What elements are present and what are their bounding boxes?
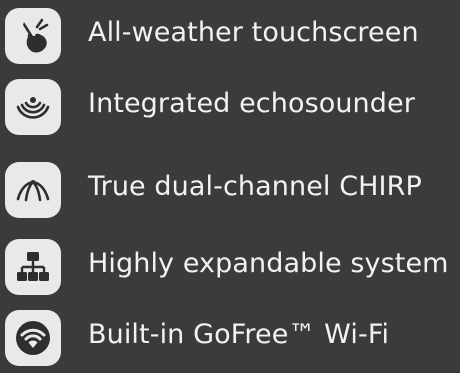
feature-item-expandable: Highly expandable system [0, 234, 460, 295]
feature-panel: All-weather touchscreen Integrated echos… [0, 0, 460, 373]
feature-label: Built-in GoFree™ Wi-Fi [88, 319, 390, 350]
chirp-beams-icon [5, 162, 61, 218]
feature-label: Integrated echosounder [88, 88, 415, 119]
sonar-waves-icon [5, 79, 61, 135]
feature-label: All-weather touchscreen [88, 17, 419, 48]
feature-label: Highly expandable system [88, 248, 449, 279]
touch-hand-icon [5, 8, 61, 64]
feature-item-touchscreen: All-weather touchscreen [0, 3, 460, 64]
wifi-icon [5, 310, 61, 366]
feature-item-echosounder: Integrated echosounder [0, 74, 460, 135]
feature-item-wifi: Built-in GoFree™ Wi-Fi [0, 305, 460, 366]
network-icon [5, 239, 61, 295]
feature-list: All-weather touchscreen Integrated echos… [0, 0, 460, 373]
feature-item-chirp: True dual-channel CHIRP [0, 157, 460, 218]
feature-label: True dual-channel CHIRP [88, 171, 422, 202]
